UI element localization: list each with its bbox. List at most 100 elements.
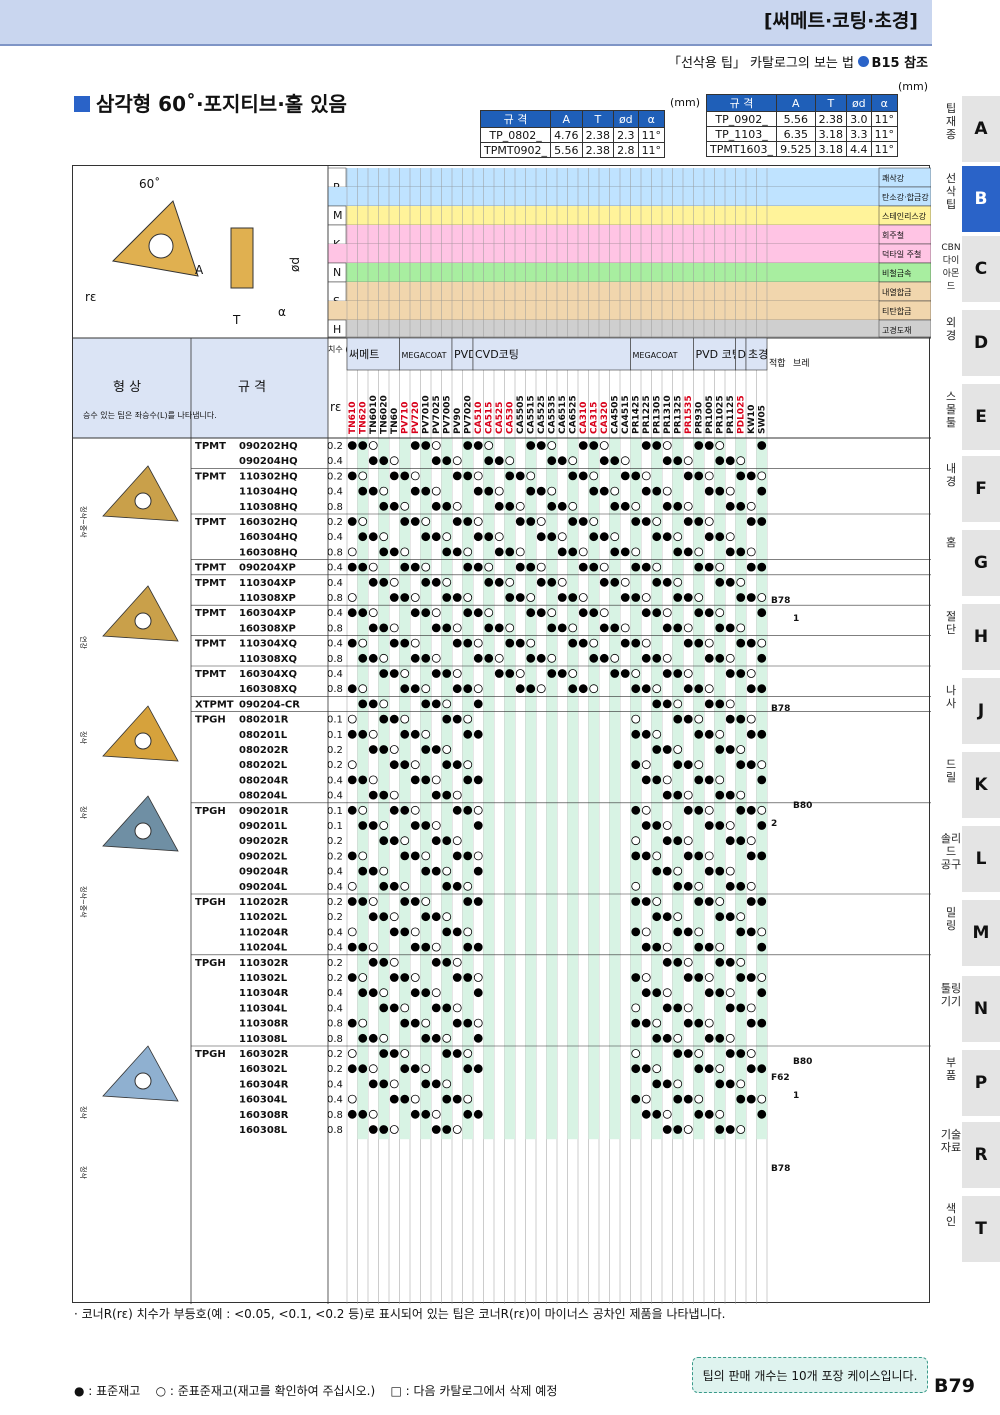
chapter-tab-g[interactable]: G xyxy=(962,530,1000,596)
chapter-tab-j[interactable]: J xyxy=(962,678,1000,744)
standard-stock-dot xyxy=(694,897,704,906)
row-spec: 080202L xyxy=(239,760,288,771)
material-label: 비철금속 xyxy=(882,268,911,278)
semi-stock-dot xyxy=(694,1049,704,1058)
semi-stock-dot xyxy=(631,714,641,724)
spec-left-cell: 11° xyxy=(637,142,666,158)
standard-stock-dot xyxy=(379,547,389,557)
row-radius: 0.4 xyxy=(327,791,343,802)
standard-stock-dot xyxy=(452,547,462,557)
angle-label: 60˚ xyxy=(139,176,160,191)
standard-stock-dot xyxy=(442,760,452,770)
semi-stock-dot xyxy=(347,547,357,557)
row-spec: 110308XQ xyxy=(239,654,297,665)
standard-stock-dot xyxy=(683,851,693,861)
standard-stock-dot xyxy=(683,973,693,982)
semi-stock-dot xyxy=(736,1079,746,1089)
chapter-tab-h[interactable]: H xyxy=(962,604,1000,670)
chapter-tab-f[interactable]: F xyxy=(962,456,1000,522)
semi-stock-dot xyxy=(725,866,735,876)
semi-stock-dot xyxy=(662,775,672,785)
semi-stock-dot xyxy=(683,501,693,511)
semi-stock-dot xyxy=(715,441,725,450)
standard-stock-dot xyxy=(694,942,704,952)
standard-stock-dot xyxy=(746,729,756,739)
page-header: [써메트·코팅·초경] xyxy=(0,0,932,46)
standard-stock-dot xyxy=(641,1018,651,1028)
standard-stock-dot xyxy=(442,790,452,800)
row-spec: 090204-CR xyxy=(239,699,300,710)
spec-right-cell: 5.56 xyxy=(776,111,816,127)
standard-stock-dot xyxy=(473,486,483,496)
chapter-tab-d[interactable]: D xyxy=(962,310,1000,376)
chapter-tab-e[interactable]: E xyxy=(962,384,1000,450)
standard-stock-dot xyxy=(725,1125,735,1134)
standard-stock-dot xyxy=(641,988,651,998)
standard-stock-dot xyxy=(379,1125,389,1134)
semi-stock-dot xyxy=(757,593,767,602)
standard-stock-dot xyxy=(662,456,672,466)
semi-stock-dot xyxy=(746,1003,756,1013)
semi-stock-dot xyxy=(662,988,672,998)
standard-stock-dot xyxy=(463,805,473,815)
standard-stock-dot xyxy=(757,851,767,861)
spec-header: 규 격 xyxy=(238,380,266,395)
standard-stock-dot xyxy=(641,775,651,785)
chapter-tab-r[interactable]: R xyxy=(962,1122,1000,1188)
grade-name: PDL025 xyxy=(737,395,747,434)
standard-stock-dot xyxy=(736,836,746,846)
semi-stock-dot xyxy=(568,501,578,511)
semi-stock-dot xyxy=(725,699,735,709)
standard-stock-dot xyxy=(620,501,630,511)
chapter-tab-m[interactable]: M xyxy=(962,900,1000,966)
standard-stock-dot xyxy=(463,1064,473,1074)
semi-stock-dot xyxy=(410,805,420,815)
semi-stock-dot xyxy=(694,881,704,891)
semi-stock-dot xyxy=(746,714,756,724)
standard-stock-dot xyxy=(673,456,683,466)
standard-stock-dot xyxy=(473,821,483,830)
row-spec: 110302L xyxy=(239,973,288,984)
semi-stock-dot xyxy=(494,486,504,496)
standard-stock-dot xyxy=(368,821,378,830)
chapter-tab-c[interactable]: C xyxy=(962,236,1000,302)
chapter-tab-n[interactable]: N xyxy=(962,976,1000,1042)
standard-stock-dot xyxy=(379,1079,389,1089)
chapter-tab-k[interactable]: K xyxy=(962,752,1000,818)
standard-stock-dot xyxy=(347,638,357,648)
chapter-tab-p[interactable]: P xyxy=(962,1050,1000,1116)
semi-stock-dot xyxy=(736,790,746,800)
standard-stock-dot xyxy=(631,897,641,906)
standard-stock-dot xyxy=(662,623,672,633)
row-spec: 090204HQ xyxy=(239,456,298,467)
standard-stock-dot xyxy=(715,866,725,876)
side-label: 연강 xyxy=(79,636,88,649)
standard-stock-dot xyxy=(494,623,504,633)
spec-right-header: α xyxy=(870,94,899,112)
header-title: [써메트·코팅·초경] xyxy=(763,10,918,32)
semi-stock-dot xyxy=(757,927,767,937)
row-spec: 160302R xyxy=(239,1049,289,1060)
semi-stock-dot xyxy=(599,608,609,618)
chapter-tab-b[interactable]: B xyxy=(962,166,1000,232)
semi-stock-dot xyxy=(694,547,704,557)
chapter-tab-a[interactable]: A xyxy=(962,96,1000,162)
chapter-tab-t[interactable]: T xyxy=(962,1196,1000,1262)
standard-stock-dot xyxy=(431,1125,441,1134)
holder-ref: 1 xyxy=(793,1091,799,1101)
standard-stock-dot xyxy=(389,1094,399,1104)
material-label: 덕타일 주철 xyxy=(882,249,921,259)
standard-stock-dot xyxy=(715,821,725,830)
standard-stock-dot xyxy=(442,593,452,602)
chapter-tab-l[interactable]: L xyxy=(962,826,1000,892)
standard-stock-dot xyxy=(757,942,767,952)
standard-stock-dot xyxy=(463,608,473,618)
semi-stock-dot xyxy=(694,927,704,937)
standard-stock-dot xyxy=(725,577,735,587)
grade-name: CA5535 xyxy=(548,395,558,434)
semi-stock-dot xyxy=(389,1125,399,1134)
ref-link[interactable]: B15 참조 xyxy=(857,52,928,71)
semi-stock-dot xyxy=(757,638,767,648)
grade-name: PR1005 xyxy=(705,395,715,434)
standard-stock-dot xyxy=(673,881,683,891)
